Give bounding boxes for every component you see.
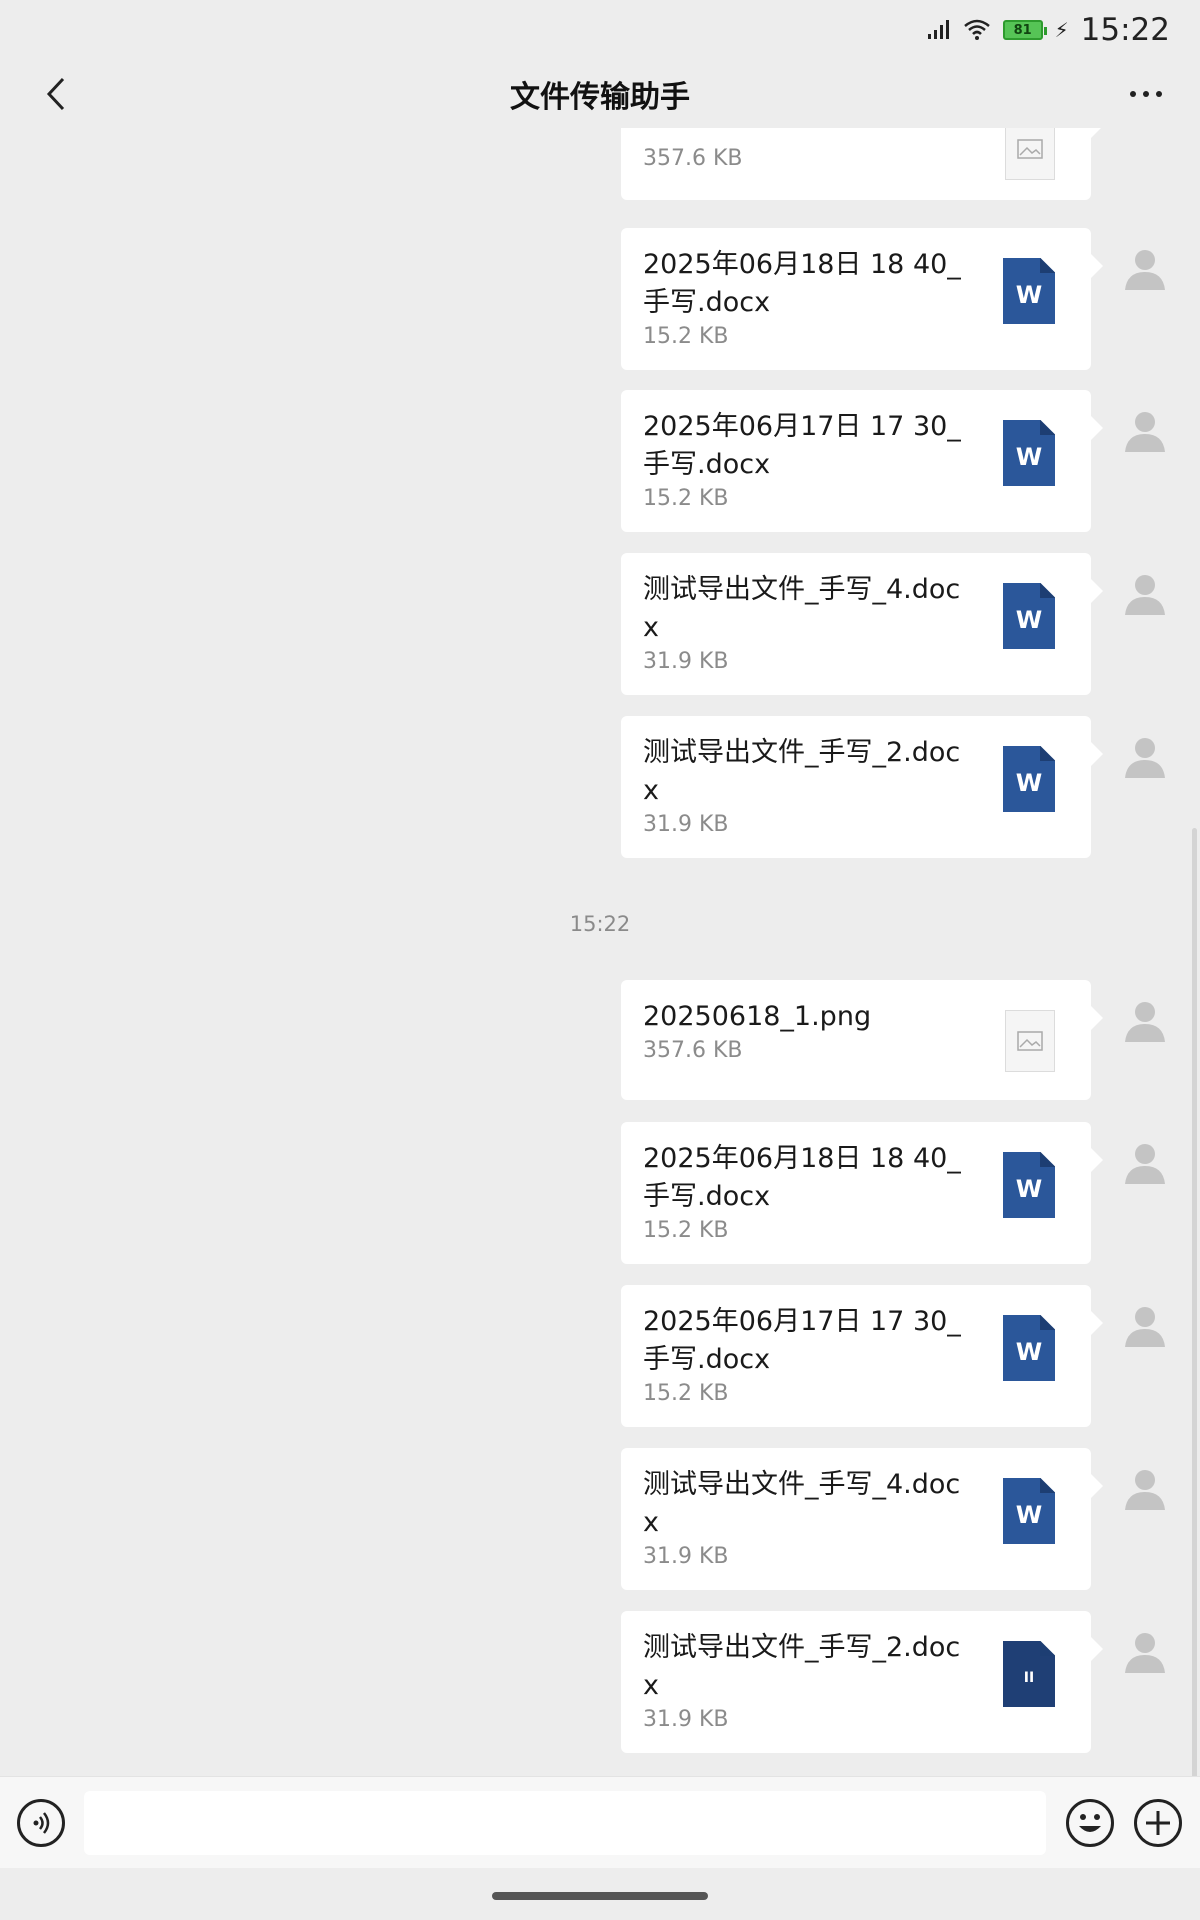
wifi-icon <box>963 12 991 48</box>
file-name: 测试导出文件_手写_2.docx <box>643 737 961 806</box>
avatar-icon <box>1125 412 1165 452</box>
file-size: 15.2 KB <box>643 486 729 511</box>
word-file-icon: II <box>1003 1641 1055 1707</box>
file-bubble[interactable]: 20250618_1.png 357.6 KB <box>621 980 1103 1100</box>
file-bubble[interactable]: 测试导出文件_手写_4.docx 31.9 KB W <box>621 1448 1103 1590</box>
avatar-icon <box>1125 1633 1165 1673</box>
avatar[interactable] <box>1121 1136 1169 1184</box>
file-bubble[interactable]: 2025年06月17日 17 30_手写.docx 15.2 KB W <box>621 390 1103 532</box>
file-size: 15.2 KB <box>643 1218 729 1243</box>
signal-icon <box>927 12 951 48</box>
back-button[interactable] <box>32 70 80 118</box>
image-file-icon <box>1005 1010 1055 1072</box>
file-size: 31.9 KB <box>643 812 729 837</box>
voice-button[interactable] <box>17 1799 65 1847</box>
file-name: 测试导出文件_手写_2.docx <box>643 1632 961 1701</box>
image-file-icon <box>1005 128 1055 180</box>
emoji-button[interactable] <box>1066 1799 1114 1847</box>
avatar[interactable] <box>1121 1625 1169 1673</box>
avatar-icon <box>1125 250 1165 290</box>
file-name: 测试导出文件_手写_4.docx <box>643 574 961 643</box>
file-name: 2025年06月17日 17 30_手写.docx <box>643 1306 961 1375</box>
message-input[interactable] <box>84 1791 1046 1855</box>
chat-area[interactable]: 357.6 KB 2025年06月18日 18 40_手写.docx 15.2 … <box>0 128 1200 1776</box>
word-file-icon: W <box>1003 1152 1055 1218</box>
nav-bar: 文件传输助手 <box>0 60 1200 128</box>
avatar[interactable] <box>1121 1299 1169 1347</box>
paused-icon: II <box>1023 1670 1035 1686</box>
file-name: 20250618_1.png <box>643 1001 872 1032</box>
file-bubble[interactable]: 357.6 KB <box>621 128 1103 200</box>
word-file-icon: W <box>1003 1478 1055 1544</box>
emoji-icon <box>1079 1814 1101 1832</box>
charging-icon: ⚡ <box>1054 18 1069 42</box>
plus-icon <box>1146 1811 1170 1835</box>
word-file-icon: W <box>1003 583 1055 649</box>
avatar-icon <box>1125 738 1165 778</box>
file-size: 15.2 KB <box>643 324 729 349</box>
file-bubble[interactable]: 2025年06月17日 17 30_手写.docx 15.2 KB W <box>621 1285 1103 1427</box>
avatar-icon <box>1125 1002 1165 1042</box>
avatar-icon <box>1125 1470 1165 1510</box>
file-name: 2025年06月18日 18 40_手写.docx <box>643 249 961 318</box>
file-bubble[interactable]: 2025年06月18日 18 40_手写.docx 15.2 KB W <box>621 1122 1103 1264</box>
file-name: 测试导出文件_手写_4.docx <box>643 1469 961 1538</box>
avatar[interactable] <box>1121 1462 1169 1510</box>
avatar-icon <box>1125 575 1165 615</box>
file-bubble[interactable]: 测试导出文件_手写_2.docx 31.9 KB W <box>621 716 1103 858</box>
avatar[interactable] <box>1121 994 1169 1042</box>
battery-icon: 81 <box>1002 20 1047 40</box>
scrollbar[interactable] <box>1192 828 1197 1776</box>
more-icon <box>1130 91 1136 97</box>
more-button[interactable] <box>1120 70 1172 118</box>
word-file-icon: W <box>1003 420 1055 486</box>
input-bar <box>0 1776 1200 1868</box>
file-bubble[interactable]: 测试导出文件_手写_4.docx 31.9 KB W <box>621 553 1103 695</box>
word-file-icon: W <box>1003 1315 1055 1381</box>
voice-icon <box>33 1812 50 1834</box>
file-size: 31.9 KB <box>643 1544 729 1569</box>
file-size: 15.2 KB <box>643 1381 729 1406</box>
file-name: 2025年06月17日 17 30_手写.docx <box>643 411 961 480</box>
file-bubble[interactable]: 测试导出文件_手写_2.docx 31.9 KB II <box>621 1611 1103 1753</box>
file-bubble[interactable]: 2025年06月18日 18 40_手写.docx 15.2 KB W <box>621 228 1103 370</box>
file-name: 2025年06月18日 18 40_手写.docx <box>643 1143 961 1212</box>
status-bar: 81 ⚡ 15:22 <box>0 0 1200 60</box>
word-file-icon: W <box>1003 746 1055 812</box>
chat-title: 文件传输助手 <box>510 80 690 115</box>
avatar[interactable] <box>1121 404 1169 452</box>
avatar-icon <box>1125 1307 1165 1347</box>
file-size: 31.9 KB <box>643 649 729 674</box>
more-icon-dot <box>1143 91 1149 97</box>
message-timestamp: 15:22 <box>569 912 631 936</box>
status-time: 15:22 <box>1080 12 1170 48</box>
back-icon <box>46 77 65 111</box>
avatar[interactable] <box>1121 730 1169 778</box>
more-icon-dot <box>1156 91 1162 97</box>
avatar-icon <box>1125 1144 1165 1184</box>
word-file-icon: W <box>1003 258 1055 324</box>
avatar[interactable] <box>1121 242 1169 290</box>
plus-button[interactable] <box>1134 1799 1182 1847</box>
avatar[interactable] <box>1121 567 1169 615</box>
file-size: 31.9 KB <box>643 1707 729 1732</box>
home-indicator[interactable] <box>492 1892 708 1900</box>
